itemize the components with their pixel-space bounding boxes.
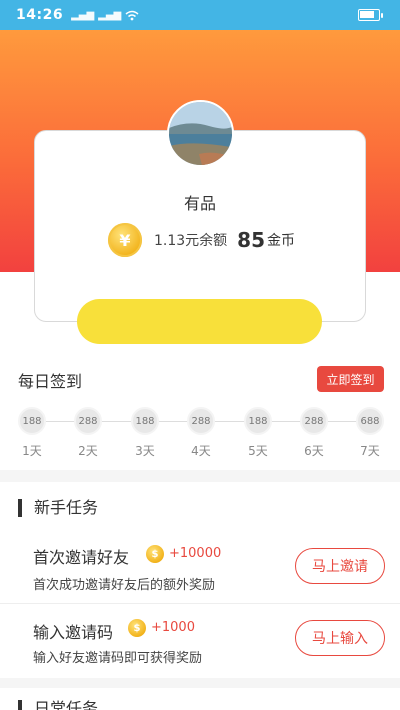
coin-symbol: ¥ xyxy=(119,230,131,250)
day-reward: 288 xyxy=(187,407,215,435)
checkin-day: 188 1天 xyxy=(12,404,52,459)
coin-icon: $ xyxy=(146,545,164,563)
tasks-page: 14:26 ▂▄▆ ▂▄▆ 有品 ¥ 1.13元余额 85 金币 每日签到 立即… xyxy=(0,0,400,710)
coins-unit: 金币 xyxy=(267,233,296,249)
task-description: 首次成功邀请好友后的额外奖励 xyxy=(33,578,216,593)
enter-code-button[interactable]: 马上输入 xyxy=(295,620,385,656)
daily-checkin-title: 每日签到 xyxy=(18,372,83,391)
task-reward: +10000 xyxy=(169,546,222,561)
signal-icon: ▂▄▆ xyxy=(98,9,122,21)
checkin-day: 188 5天 xyxy=(238,404,278,459)
signal-icon: ▂▄▆ xyxy=(71,9,95,21)
section-divider xyxy=(0,678,400,688)
task-description: 输入好友邀请码即可获得奖励 xyxy=(33,651,203,666)
day-reward: 188 xyxy=(18,407,46,435)
task-title: 首次邀请好友 xyxy=(33,548,130,567)
day-label: 3天 xyxy=(135,444,155,458)
day-label: 7天 xyxy=(360,444,380,458)
status-time: 14:26 xyxy=(16,7,64,23)
day-label: 5天 xyxy=(248,444,268,458)
signal-icons: ▂▄▆ ▂▄▆ xyxy=(71,10,139,21)
day-label: 2天 xyxy=(78,444,98,458)
nickname: 有品 xyxy=(183,194,216,213)
balance-text: 1.13元余额 xyxy=(154,233,228,249)
task-title: 输入邀请码 xyxy=(33,623,114,642)
day-reward: 288 xyxy=(74,407,102,435)
day-reward: 688 xyxy=(356,407,384,435)
yellow-action-button[interactable] xyxy=(77,299,322,344)
coins-value: 85 xyxy=(237,228,266,252)
day-label: 1天 xyxy=(22,444,42,458)
checkin-day: 288 6天 xyxy=(294,404,334,459)
wifi-icon xyxy=(125,10,139,20)
day-reward: 188 xyxy=(131,407,159,435)
newbie-section-title: 新手任务 xyxy=(18,499,98,517)
checkin-button[interactable]: 立即签到 xyxy=(317,366,384,392)
battery-icon xyxy=(358,9,383,21)
status-bar: 14:26 ▂▄▆ ▂▄▆ xyxy=(0,0,400,30)
coin-icon: ¥ xyxy=(108,223,142,257)
wallet-row: ¥ 1.13元余额 85 金币 xyxy=(108,222,295,258)
checkin-day: 688 7天 xyxy=(350,404,390,459)
coin-icon: $ xyxy=(128,619,146,637)
checkin-day: 188 3天 xyxy=(125,404,165,459)
checkin-days: 188 1天 288 2天 188 3天 288 4天 188 5天 288 6天 688 7… xyxy=(0,404,400,464)
coin-symbol: $ xyxy=(133,622,141,634)
day-reward: 188 xyxy=(244,407,272,435)
section-divider xyxy=(0,470,400,482)
task-reward: +1000 xyxy=(151,620,195,635)
invite-now-button[interactable]: 马上邀请 xyxy=(295,548,385,584)
coin-symbol: $ xyxy=(151,548,159,560)
day-reward: 288 xyxy=(300,407,328,435)
daily-section-title: 日常任务 xyxy=(18,700,98,710)
day-label: 6天 xyxy=(304,444,324,458)
checkin-day: 288 4天 xyxy=(181,404,221,459)
task-separator xyxy=(0,603,400,604)
checkin-day: 288 2天 xyxy=(68,404,108,459)
avatar[interactable] xyxy=(167,100,234,167)
day-label: 4天 xyxy=(191,444,211,458)
